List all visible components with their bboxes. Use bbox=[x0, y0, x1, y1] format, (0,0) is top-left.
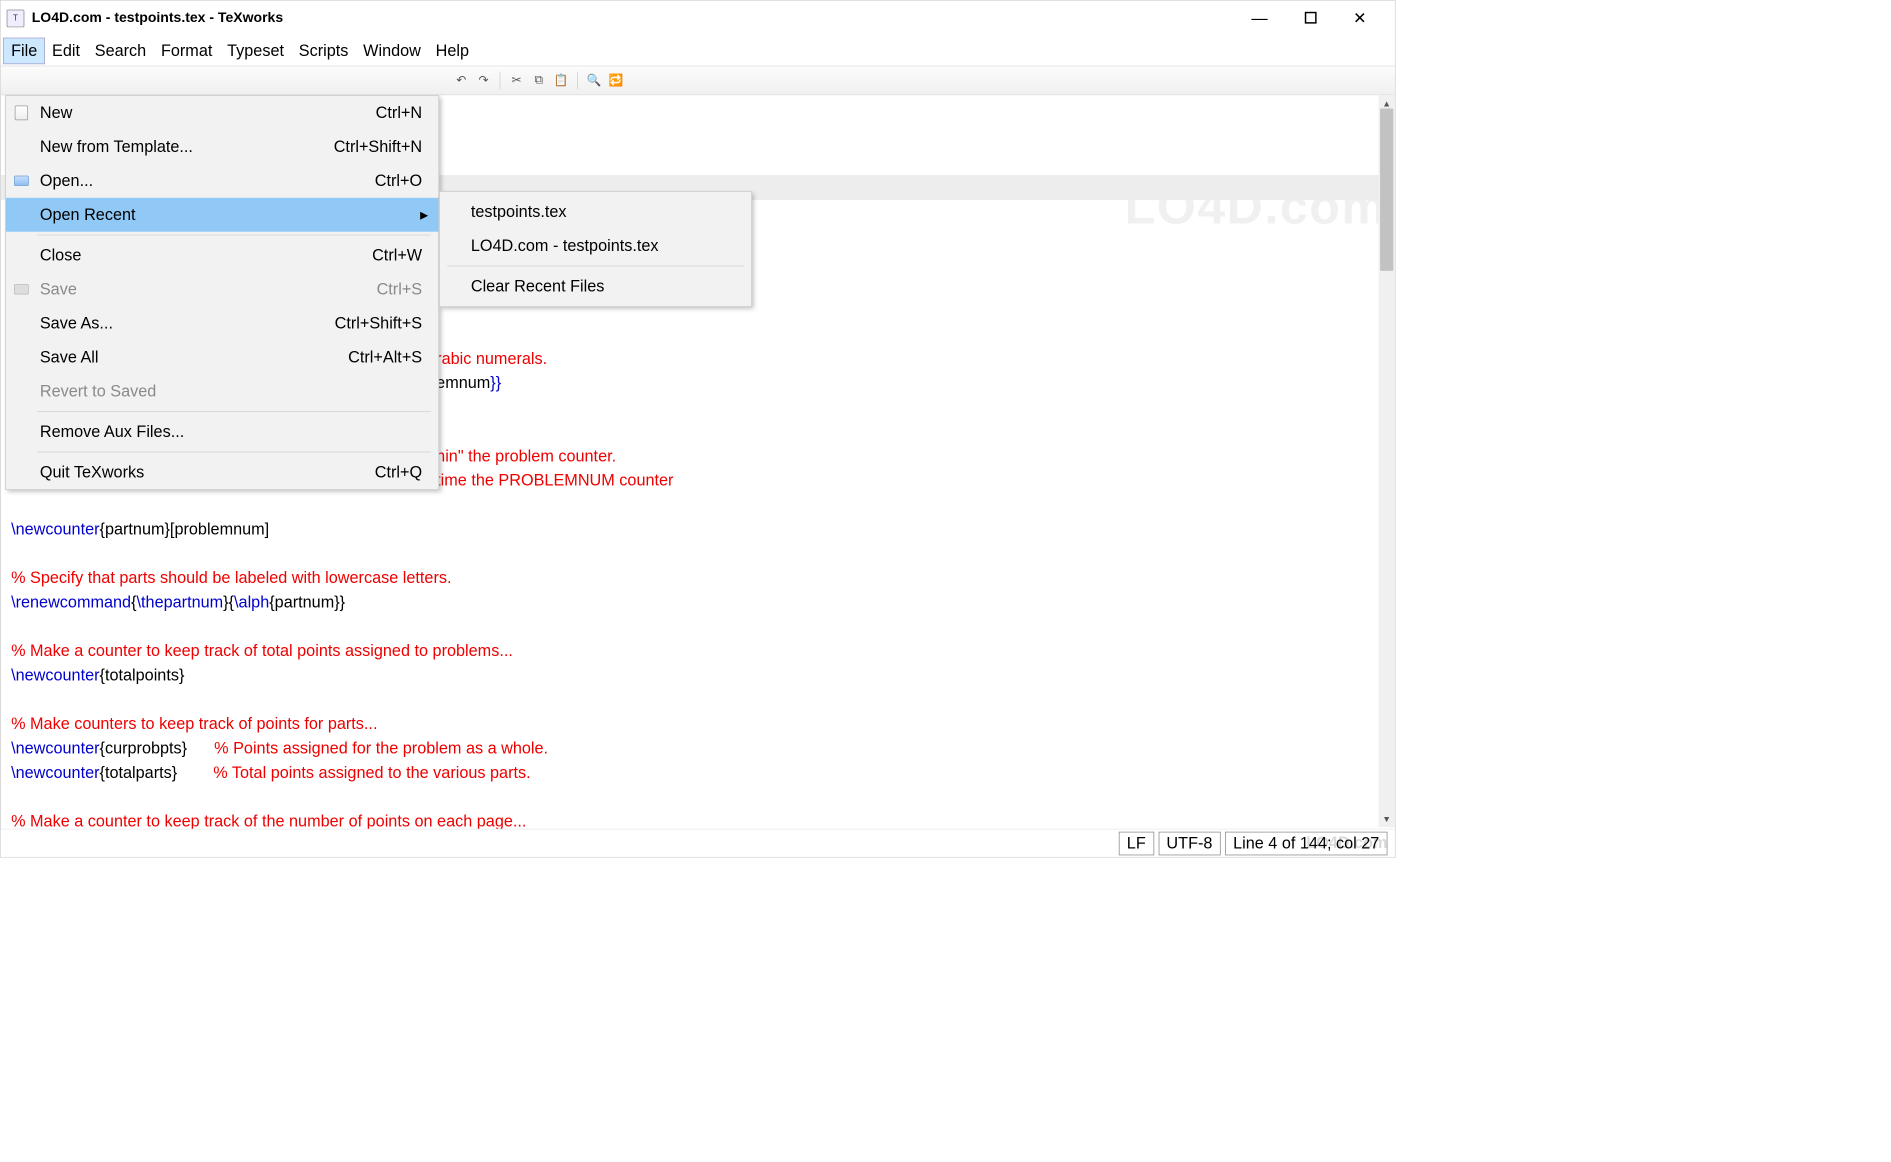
app-window: T LO4D.com - testpoints.tex - TeXworks —… bbox=[0, 0, 1396, 858]
undo-button[interactable]: ↶ bbox=[452, 72, 470, 90]
window-title: LO4D.com - testpoints.tex - TeXworks bbox=[32, 10, 283, 26]
menu-separator bbox=[37, 411, 431, 412]
file-menu-remove-aux-files[interactable]: Remove Aux Files... bbox=[6, 415, 438, 449]
menu-item-shortcut: Ctrl+S bbox=[377, 280, 439, 299]
open-icon bbox=[6, 176, 37, 186]
menu-item-shortcut: Ctrl+Q bbox=[375, 463, 439, 482]
redo-button[interactable]: ↷ bbox=[475, 72, 493, 90]
file-menu-quit-texworks[interactable]: Quit TeXworksCtrl+Q bbox=[6, 455, 438, 489]
editor-line[interactable]: \renewcommand{\thepartnum}{\alph{partnum… bbox=[11, 590, 1384, 614]
menu-edit[interactable]: Edit bbox=[45, 38, 88, 63]
editor-line[interactable] bbox=[11, 614, 1384, 638]
maximize-button[interactable] bbox=[1304, 9, 1316, 28]
watermark-small: LO4D.com bbox=[1306, 833, 1387, 852]
file-menu-new[interactable]: NewCtrl+N bbox=[6, 96, 438, 130]
menu-separator bbox=[37, 452, 431, 453]
menu-item-label: Quit TeXworks bbox=[37, 463, 375, 482]
editor-line[interactable] bbox=[11, 492, 1384, 516]
editor-line[interactable]: % Specify that parts should be labeled w… bbox=[11, 565, 1384, 589]
editor-line[interactable]: % Make counters to keep track of points … bbox=[11, 711, 1384, 735]
editor-line[interactable]: \newcounter{totalpoints} bbox=[11, 663, 1384, 687]
menu-item-shortcut: Ctrl+N bbox=[376, 103, 439, 122]
menu-item-label: Save As... bbox=[37, 314, 335, 333]
menu-separator bbox=[447, 266, 744, 267]
menu-item-label: Remove Aux Files... bbox=[37, 422, 438, 441]
recent-testpoints-tex[interactable]: testpoints.tex bbox=[440, 195, 751, 229]
recent-clear-recent-files[interactable]: Clear Recent Files bbox=[440, 269, 751, 303]
menu-item-shortcut: Ctrl+W bbox=[372, 246, 438, 265]
menu-format[interactable]: Format bbox=[154, 38, 220, 63]
file-menu-close[interactable]: CloseCtrl+W bbox=[6, 238, 438, 272]
menu-typeset[interactable]: Typeset bbox=[220, 38, 292, 63]
copy-button[interactable]: ⧉ bbox=[530, 72, 548, 90]
titlebar: T LO4D.com - testpoints.tex - TeXworks —… bbox=[1, 1, 1395, 36]
file-menu-open-recent[interactable]: Open Recent▶ bbox=[6, 198, 438, 232]
file-menu-save: SaveCtrl+S bbox=[6, 272, 438, 306]
save-icon bbox=[6, 284, 37, 294]
menu-item-shortcut: Ctrl+Shift+N bbox=[334, 137, 439, 156]
file-menu-revert-to-saved: Revert to Saved bbox=[6, 374, 438, 408]
menu-item-label: Revert to Saved bbox=[37, 382, 438, 401]
recent-lo4d-com-testpoints-tex[interactable]: LO4D.com - testpoints.tex bbox=[440, 229, 751, 263]
close-button[interactable]: ✕ bbox=[1353, 9, 1367, 28]
status-line-ending[interactable]: LF bbox=[1119, 831, 1154, 855]
editor-line[interactable] bbox=[11, 687, 1384, 711]
toolbar-separator bbox=[577, 72, 578, 90]
editor-line[interactable]: % Make a counter to keep track of the nu… bbox=[11, 809, 1384, 829]
editor-line[interactable]: \newcounter{totalparts} % Total points a… bbox=[11, 760, 1384, 784]
menu-item-label: Open... bbox=[37, 171, 375, 190]
toolbar: ↶ ↷ ✂⧉📋 🔍🔁 bbox=[1, 66, 1395, 96]
app-icon: T bbox=[7, 10, 25, 28]
file-menu-dropdown: NewCtrl+NNew from Template...Ctrl+Shift+… bbox=[5, 95, 439, 490]
submenu-arrow-icon: ▶ bbox=[420, 208, 438, 221]
open-recent-submenu: testpoints.texLO4D.com - testpoints.tex C… bbox=[439, 191, 752, 307]
menu-item-shortcut: Ctrl+Shift+S bbox=[335, 314, 439, 333]
file-menu-open[interactable]: Open...Ctrl+O bbox=[6, 164, 438, 198]
file-menu-save-as[interactable]: Save As...Ctrl+Shift+S bbox=[6, 306, 438, 340]
vertical-scrollbar[interactable]: ▲ ▼ bbox=[1379, 95, 1395, 827]
cut-button[interactable]: ✂ bbox=[508, 72, 526, 90]
doc-icon bbox=[6, 106, 37, 121]
file-menu-new-from-template[interactable]: New from Template...Ctrl+Shift+N bbox=[6, 130, 438, 164]
menu-item-label: New from Template... bbox=[37, 137, 334, 156]
minimize-button[interactable]: — bbox=[1251, 9, 1267, 28]
editor-line[interactable] bbox=[11, 541, 1384, 565]
menu-item-shortcut: Ctrl+Alt+S bbox=[348, 348, 438, 367]
menu-search[interactable]: Search bbox=[87, 38, 153, 63]
find-button[interactable]: 🔍 bbox=[585, 72, 603, 90]
menu-window[interactable]: Window bbox=[356, 38, 429, 63]
scroll-thumb[interactable] bbox=[1380, 108, 1393, 270]
menu-scripts[interactable]: Scripts bbox=[291, 38, 355, 63]
status-encoding[interactable]: UTF-8 bbox=[1158, 831, 1220, 855]
menu-file[interactable]: File bbox=[4, 38, 45, 63]
menu-item-label: Save All bbox=[37, 348, 348, 367]
toolbar-separator bbox=[500, 72, 501, 90]
file-menu-save-all[interactable]: Save AllCtrl+Alt+S bbox=[6, 340, 438, 374]
menubar: FileEditSearchFormatTypesetScriptsWindow… bbox=[1, 36, 1395, 66]
editor-line[interactable]: \newcounter{partnum}[problemnum] bbox=[11, 517, 1384, 541]
menu-item-label: Save bbox=[37, 280, 377, 299]
editor-line[interactable] bbox=[11, 784, 1384, 808]
editor-line[interactable]: % Make a counter to keep track of total … bbox=[11, 638, 1384, 662]
menu-help[interactable]: Help bbox=[428, 38, 476, 63]
menu-item-label: New bbox=[37, 103, 376, 122]
paste-button[interactable]: 📋 bbox=[552, 72, 570, 90]
menu-item-label: Close bbox=[37, 246, 372, 265]
window-controls: — ✕ bbox=[1251, 9, 1389, 28]
menu-item-label: Open Recent bbox=[37, 205, 420, 224]
statusbar: LF UTF-8 Line 4 of 144; col 27 bbox=[1, 829, 1395, 857]
menu-separator bbox=[37, 235, 431, 236]
replace-button[interactable]: 🔁 bbox=[607, 72, 625, 90]
menu-item-shortcut: Ctrl+O bbox=[375, 171, 439, 190]
scroll-down-icon[interactable]: ▼ bbox=[1382, 811, 1391, 827]
editor-line[interactable]: \newcounter{curprobpts} % Points assigne… bbox=[11, 736, 1384, 760]
